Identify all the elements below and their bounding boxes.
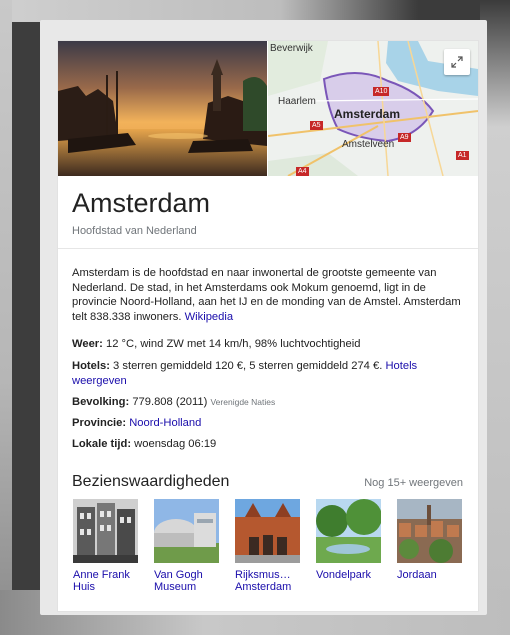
entity-description: Amsterdam is de hoofdstad en naar inwone… <box>72 266 468 324</box>
entity-title: Amsterdam <box>72 188 211 218</box>
province-link[interactable]: Noord-Holland <box>129 417 201 429</box>
map-label-amstelveen: Amstelveen <box>342 139 395 150</box>
highway-shield-a4: A4 <box>296 167 309 176</box>
sight-image-van-gogh <box>154 499 219 563</box>
fact-weather-value: 12 °C, wind ZW met 14 km/h, 98% luchtvoc… <box>106 338 361 350</box>
fact-weather-label: Weer: <box>72 338 103 350</box>
divider <box>58 248 478 249</box>
wikipedia-link[interactable]: Wikipedia <box>185 311 234 323</box>
city-map[interactable]: Beverwijk Haarlem Amsterdam Amstelveen A… <box>268 41 478 176</box>
fact-population-value: 779.808 (2011) <box>132 396 208 408</box>
sight-image-rijksmuseum <box>235 499 300 563</box>
fact-population: Bevolking: 779.808 (2011) Verenigde Nati… <box>72 395 468 410</box>
sight-image-anne-frank <box>73 499 138 563</box>
city-photo[interactable] <box>58 41 267 176</box>
map-label-amsterdam: Amsterdam <box>334 107 401 121</box>
fact-hotels: Hotels: 3 sterren gemiddeld 120 €, 5 ste… <box>72 359 468 388</box>
more-sights-link[interactable]: Nog 15+ weergeven <box>364 477 463 489</box>
fact-province: Provincie: Noord-Holland <box>72 416 468 431</box>
fact-weather: Weer: 12 °C, wind ZW met 14 km/h, 98% lu… <box>72 337 468 352</box>
fact-province-label: Provincie: <box>72 417 127 429</box>
description-text: Amsterdam is de hoofdstad en naar inwone… <box>72 267 461 323</box>
fact-local-time-value: woensdag 06:19 <box>134 438 217 450</box>
sight-card-vondelpark[interactable]: Vondelpark <box>316 499 381 581</box>
fact-population-label: Bevolking: <box>72 396 130 408</box>
sight-label: Vondelpark <box>316 569 372 581</box>
expand-map-button[interactable] <box>444 49 470 75</box>
fact-hotels-label: Hotels: <box>72 360 110 372</box>
highway-shield-a1: A1 <box>456 151 469 160</box>
fact-local-time: Lokale tijd: woensdag 06:19 <box>72 437 468 452</box>
background-top <box>0 0 510 22</box>
sight-label: Van Gogh Museum <box>154 569 203 593</box>
highway-shield-a5: A5 <box>310 121 323 130</box>
sight-card-rijksmuseum[interactable]: Rijksmus… Amsterdam <box>235 499 300 593</box>
sight-image-jordaan <box>397 499 462 563</box>
sight-label: Jordaan <box>397 569 437 581</box>
sight-label: Anne Frank Huis <box>73 569 130 593</box>
map-label-beverwijk: Beverwijk <box>270 43 313 54</box>
highway-shield-a9: A9 <box>398 133 411 142</box>
map-label-haarlem: Haarlem <box>278 96 316 107</box>
expand-icon <box>451 56 463 68</box>
entity-subtitle: Hoofdstad van Nederland <box>72 225 197 237</box>
highway-shield-a10: A10 <box>373 87 390 96</box>
fact-hotels-value: 3 sterren gemiddeld 120 €, 5 sterren gem… <box>113 360 383 372</box>
sight-card-anne-frank[interactable]: Anne Frank Huis <box>73 499 138 593</box>
sight-card-jordaan[interactable]: Jordaan <box>397 499 462 581</box>
sight-label: Rijksmus… Amsterdam <box>235 569 292 593</box>
knowledge-panel: Beverwijk Haarlem Amsterdam Amstelveen A… <box>57 40 479 612</box>
sights-title: Bezienswaardigheden <box>72 473 230 490</box>
hero-media: Beverwijk Haarlem Amsterdam Amstelveen A… <box>58 41 478 176</box>
background-left <box>0 0 12 635</box>
sight-image-vondelpark <box>316 499 381 563</box>
population-source: Verenigde Naties <box>210 397 276 407</box>
fact-local-time-label: Lokale tijd: <box>72 438 132 450</box>
sight-card-van-gogh[interactable]: Van Gogh Museum <box>154 499 219 593</box>
